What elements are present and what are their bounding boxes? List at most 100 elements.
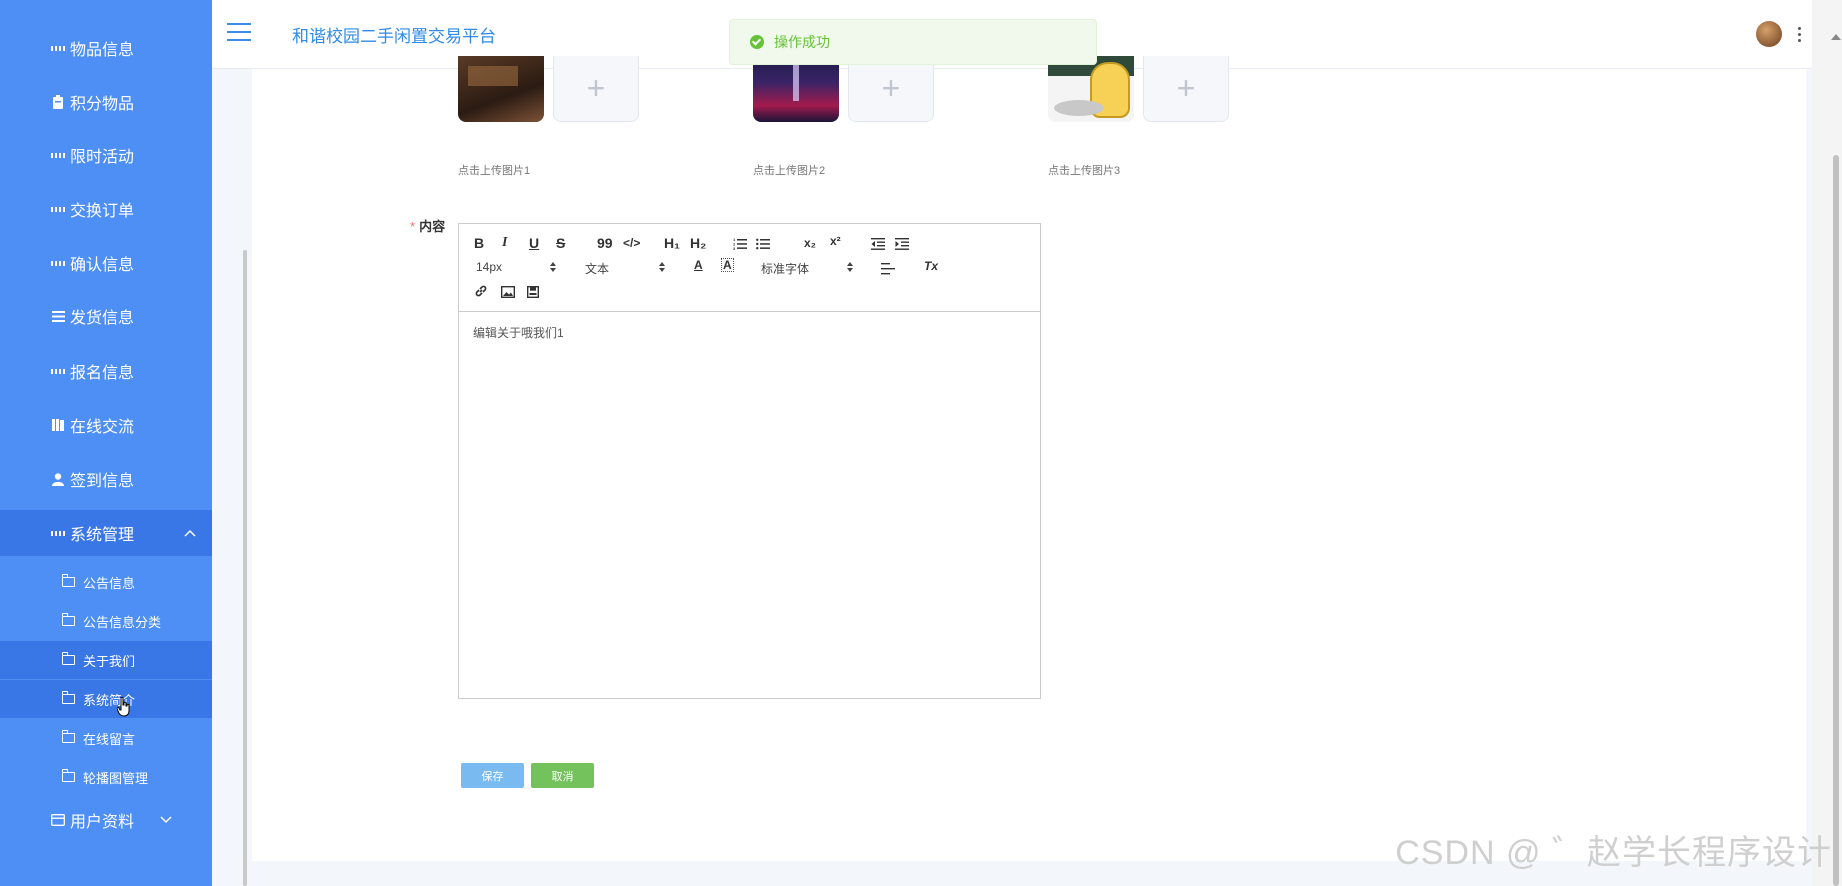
link-icon[interactable] xyxy=(474,284,488,301)
sidebar-subitem-label: 公告信息分类 xyxy=(83,614,162,630)
font-size-select[interactable]: 14px xyxy=(476,260,502,274)
watermark: CSDN @ ゛赵学长程序设计 xyxy=(1395,834,1832,872)
image-icon[interactable] xyxy=(500,285,516,301)
sidebar-item-checkin-info[interactable]: 签到信息 xyxy=(0,456,212,502)
background-color-button[interactable]: A xyxy=(721,258,734,272)
sidebar-scrollbar[interactable] xyxy=(243,250,247,886)
sidebar-item-confirm-info[interactable]: 确认信息 xyxy=(0,240,212,286)
upload-add-button-1[interactable]: + xyxy=(553,56,639,122)
clear-format-button[interactable]: Tx xyxy=(924,259,938,273)
svg-text:3: 3 xyxy=(733,246,736,250)
upload-add-button-3[interactable]: + xyxy=(1143,56,1229,122)
font-size-arrow-icon xyxy=(550,262,556,272)
bullet-list-icon[interactable] xyxy=(756,237,770,253)
chevron-down-icon xyxy=(160,813,172,827)
plus-icon: + xyxy=(586,70,606,106)
sidebar-subitem-label: 公告信息 xyxy=(83,575,136,591)
scroll-up-icon[interactable] xyxy=(1831,34,1841,40)
card-icon xyxy=(51,813,65,827)
book-icon xyxy=(51,418,65,432)
underline-button[interactable]: U xyxy=(529,235,539,251)
grid-icon xyxy=(51,526,65,540)
user-icon xyxy=(51,472,65,486)
sidebar-subitem-label: 在线留言 xyxy=(83,731,136,747)
sidebar-subitem-about-us[interactable]: 关于我们 xyxy=(0,641,212,679)
sidebar-subitem-system-intro[interactable]: 系统简介 xyxy=(0,680,212,718)
plus-icon: + xyxy=(881,70,901,106)
menu-toggle-icon[interactable] xyxy=(227,23,251,41)
sidebar-item-shipping-info[interactable]: 发货信息 xyxy=(0,293,212,339)
upload-add-button-2[interactable]: + xyxy=(848,56,934,122)
code-button[interactable]: </> xyxy=(623,236,640,250)
sidebar-item-label: 在线交流 xyxy=(70,419,135,436)
editor-content[interactable]: 编辑关于哦我们1 xyxy=(459,312,1040,353)
rich-text-editor: B I U S 99 </> H₁ H₂ 123 x₂ x² 14px 文本 A… xyxy=(458,223,1041,699)
sidebar-item-label: 物品信息 xyxy=(70,42,135,59)
sidebar-subitem-online-messages[interactable]: 在线留言 xyxy=(0,719,212,757)
sidebar-item-label: 用户资料 xyxy=(70,814,135,831)
save-button[interactable]: 保存 xyxy=(461,763,524,788)
sidebar-item-label: 系统管理 xyxy=(70,527,135,544)
sidebar-item-limited-activity[interactable]: 限时活动 xyxy=(0,132,212,178)
sidebar-item-system-management[interactable]: 系统管理 xyxy=(0,510,212,556)
superscript-button[interactable]: x² xyxy=(830,234,841,248)
sidebar-item-label: 报名信息 xyxy=(70,365,135,382)
ordered-list-icon[interactable]: 123 xyxy=(733,237,747,253)
clipboard-icon xyxy=(51,95,65,109)
video-icon[interactable] xyxy=(526,285,540,301)
uploaded-image-3[interactable] xyxy=(1048,56,1134,122)
content-label: * 内容 xyxy=(410,219,446,234)
outdent-icon[interactable] xyxy=(871,237,885,253)
font-family-select[interactable]: 标准字体 xyxy=(761,260,809,277)
sidebar-item-label: 交换订单 xyxy=(70,203,135,220)
page-scrollbar[interactable] xyxy=(1812,0,1842,886)
success-toast: 操作成功 xyxy=(729,19,1097,65)
blockquote-button[interactable]: 99 xyxy=(597,235,613,251)
folder-icon xyxy=(62,652,75,665)
sidebar-subitem-announcements[interactable]: 公告信息 xyxy=(0,563,212,601)
cancel-button[interactable]: 取消 xyxy=(531,763,594,788)
sidebar-item-exchange-orders[interactable]: 交换订单 xyxy=(0,186,212,232)
sidebar-item-user-profile[interactable]: 用户资料 xyxy=(0,797,212,843)
font-color-button[interactable]: A xyxy=(694,258,703,272)
chevron-up-icon xyxy=(184,526,196,540)
app-title: 和谐校园二手闲置交易平台 xyxy=(292,27,496,46)
avatar[interactable] xyxy=(1756,21,1782,47)
header-2-button[interactable]: H₂ xyxy=(690,235,706,251)
sidebar-subitem-carousel-management[interactable]: 轮播图管理 xyxy=(0,758,212,796)
italic-button[interactable]: I xyxy=(502,235,507,251)
grid-icon xyxy=(51,202,65,216)
indent-icon[interactable] xyxy=(895,237,909,253)
sidebar-item-goods[interactable]: 物品信息 xyxy=(0,25,212,71)
block-type-select[interactable]: 文本 xyxy=(585,260,609,277)
check-circle-icon xyxy=(750,35,764,49)
uploaded-image-1[interactable] xyxy=(458,56,544,122)
scrollbar-thumb[interactable] xyxy=(1833,155,1839,886)
upload-label-1: 点击上传图片1 xyxy=(458,165,531,177)
sidebar-item-label: 确认信息 xyxy=(70,257,135,274)
sidebar-subitem-label: 关于我们 xyxy=(83,653,136,669)
upload-label-2: 点击上传图片2 xyxy=(753,165,826,177)
strike-button[interactable]: S xyxy=(556,235,565,251)
sidebar-item-label: 签到信息 xyxy=(70,473,135,490)
subscript-button[interactable]: x₂ xyxy=(804,236,816,250)
grid-icon xyxy=(51,148,65,162)
sidebar-item-online-chat[interactable]: 在线交流 xyxy=(0,402,212,448)
bold-button[interactable]: B xyxy=(474,235,484,251)
sidebar-item-label: 限时活动 xyxy=(70,149,135,166)
folder-icon xyxy=(62,769,75,782)
header-1-button[interactable]: H₁ xyxy=(664,235,680,251)
upload-label-3: 点击上传图片3 xyxy=(1048,165,1121,177)
list-icon xyxy=(51,309,65,323)
sidebar-subitem-announcement-categories[interactable]: 公告信息分类 xyxy=(0,602,212,640)
uploaded-image-2[interactable] xyxy=(753,56,839,122)
font-family-arrow-icon xyxy=(847,262,853,272)
align-icon[interactable] xyxy=(881,262,895,278)
folder-icon xyxy=(62,574,75,587)
sidebar-item-signup-info[interactable]: 报名信息 xyxy=(0,348,212,394)
sidebar-item-points-goods[interactable]: 积分物品 xyxy=(0,79,212,125)
folder-icon xyxy=(62,730,75,743)
more-vertical-icon[interactable] xyxy=(1798,27,1802,45)
grid-icon xyxy=(51,256,65,270)
grid-icon xyxy=(51,41,65,55)
